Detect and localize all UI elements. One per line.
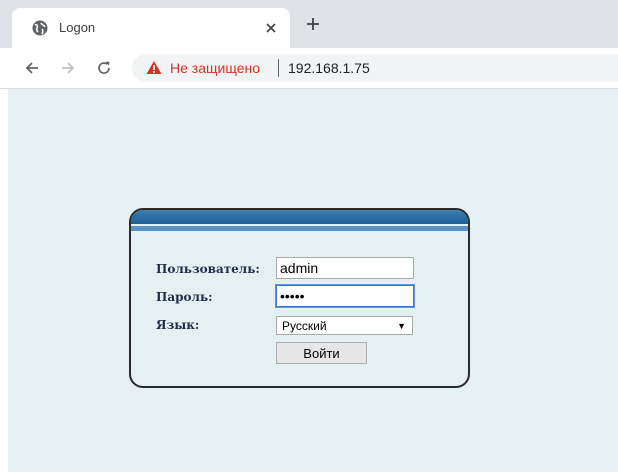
- login-panel: Пользователь: Пароль: Язык: Русский ▼ Во…: [129, 208, 470, 388]
- browser-tab[interactable]: Logon: [12, 8, 290, 48]
- language-label: Язык:: [156, 318, 200, 332]
- url-text[interactable]: 192.168.1.75: [288, 60, 370, 76]
- username-label: Пользователь:: [156, 262, 260, 276]
- tab-title: Logon: [59, 20, 96, 35]
- plus-icon[interactable]: [305, 16, 321, 32]
- panel-header-stripe: [131, 226, 468, 231]
- reload-icon[interactable]: [96, 60, 112, 76]
- page-viewport: Пользователь: Пароль: Язык: Русский ▼ Во…: [8, 89, 618, 472]
- close-icon[interactable]: [264, 21, 278, 35]
- security-status[interactable]: Не защищено: [170, 60, 260, 76]
- warning-icon[interactable]: [146, 60, 162, 75]
- language-selected-value: Русский: [282, 319, 327, 333]
- login-button[interactable]: Войти: [276, 342, 367, 364]
- address-bar[interactable]: Не защищено 192.168.1.75: [132, 54, 618, 82]
- url-divider: [278, 59, 279, 77]
- username-input[interactable]: [276, 257, 414, 279]
- browser-toolbar: Не защищено 192.168.1.75: [0, 48, 618, 89]
- password-label: Пароль:: [156, 290, 213, 304]
- globe-icon: [32, 20, 48, 36]
- password-input[interactable]: [276, 285, 414, 307]
- language-select[interactable]: Русский ▼: [276, 316, 413, 335]
- dropdown-arrow-icon: ▼: [397, 321, 406, 331]
- panel-header-bar: [131, 210, 468, 224]
- arrow-left-icon[interactable]: [24, 60, 40, 76]
- browser-tabstrip: Logon: [0, 0, 618, 48]
- arrow-right-icon[interactable]: [60, 60, 76, 76]
